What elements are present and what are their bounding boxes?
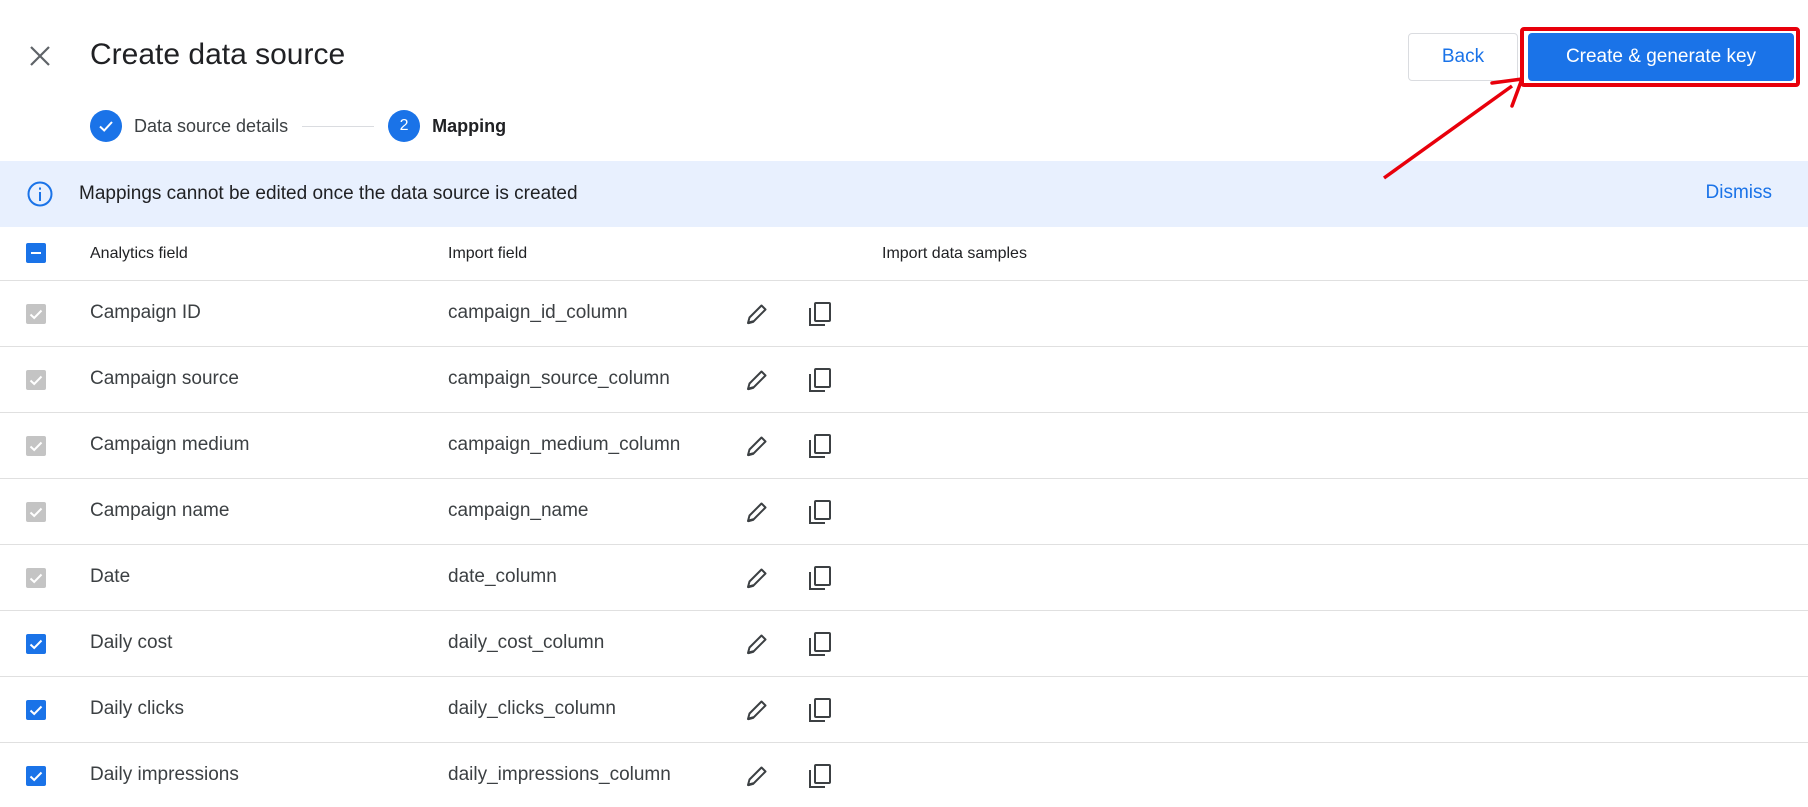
check-icon xyxy=(29,639,43,650)
check-icon xyxy=(29,309,43,320)
analytics-field-cell: Campaign medium xyxy=(90,434,250,455)
edit-button[interactable] xyxy=(740,759,774,793)
table-row: Campaign name campaign_name xyxy=(0,479,1808,545)
table-row: Campaign medium campaign_medium_column xyxy=(0,413,1808,479)
analytics-field-cell: Campaign ID xyxy=(90,302,201,323)
step-data-source-details: Data source details xyxy=(90,110,288,142)
copy-button[interactable] xyxy=(803,429,837,463)
banner-message: Mappings cannot be edited once the data … xyxy=(79,183,578,204)
info-icon xyxy=(27,181,53,207)
copy-button[interactable] xyxy=(803,297,837,331)
row-checkbox[interactable] xyxy=(26,634,46,654)
table-row: Daily impressions daily_impressions_colum… xyxy=(0,743,1808,807)
select-all-checkbox[interactable] xyxy=(26,243,46,263)
stepper: Data source details 2 Mapping xyxy=(90,110,506,142)
mapping-table: Analytics field Import field Import data… xyxy=(0,227,1808,807)
row-checkbox[interactable] xyxy=(26,766,46,786)
import-field-cell: campaign_medium_column xyxy=(448,434,681,455)
copy-icon xyxy=(809,764,831,788)
check-icon xyxy=(29,705,43,716)
import-field-cell: campaign_name xyxy=(448,500,589,521)
copy-button[interactable] xyxy=(803,693,837,727)
copy-button[interactable] xyxy=(803,561,837,595)
table-row: Date date_column xyxy=(0,545,1808,611)
copy-button[interactable] xyxy=(803,495,837,529)
step-label: Data source details xyxy=(134,115,289,136)
table-row: Campaign source campaign_source_column xyxy=(0,347,1808,413)
pencil-icon xyxy=(747,700,767,721)
step-number-circle: 2 xyxy=(388,110,421,142)
import-field-cell: date_column xyxy=(448,566,557,587)
pencil-icon xyxy=(747,568,767,589)
page-title: Create data source xyxy=(90,38,346,71)
check-icon xyxy=(29,507,43,518)
row-checkbox xyxy=(26,502,46,522)
indeterminate-icon xyxy=(31,252,41,254)
step-mapping: 2 Mapping xyxy=(388,110,506,142)
step-label: Mapping xyxy=(432,115,507,136)
import-field-cell: daily_impressions_column xyxy=(448,764,671,785)
check-icon xyxy=(99,121,113,132)
copy-icon xyxy=(809,302,831,326)
import-field-cell: campaign_id_column xyxy=(448,302,628,323)
edit-button[interactable] xyxy=(740,429,774,463)
table-row: Daily clicks daily_clicks_column xyxy=(0,677,1808,743)
header-import-data-samples: Import data samples xyxy=(882,245,1027,262)
row-checkbox[interactable] xyxy=(26,700,46,720)
page-header: Create data source Back Create & generat… xyxy=(0,0,1808,160)
pencil-icon xyxy=(747,634,767,655)
analytics-field-cell: Daily cost xyxy=(90,632,173,653)
pencil-icon xyxy=(747,304,767,325)
table-row: Daily cost daily_cost_column xyxy=(0,611,1808,677)
import-field-cell: daily_cost_column xyxy=(448,632,605,653)
edit-button[interactable] xyxy=(740,495,774,529)
pencil-icon xyxy=(747,370,767,391)
row-checkbox xyxy=(26,436,46,456)
edit-button[interactable] xyxy=(740,363,774,397)
analytics-field-cell: Daily impressions xyxy=(90,764,239,785)
analytics-field-cell: Campaign source xyxy=(90,368,239,389)
edit-button[interactable] xyxy=(740,561,774,595)
check-icon xyxy=(29,441,43,452)
copy-icon xyxy=(809,500,831,524)
pencil-icon xyxy=(747,436,767,457)
import-field-cell: daily_clicks_column xyxy=(448,698,616,719)
copy-button[interactable] xyxy=(803,363,837,397)
copy-icon xyxy=(809,566,831,590)
edit-button[interactable] xyxy=(740,693,774,727)
copy-icon xyxy=(809,698,831,722)
import-field-cell: campaign_source_column xyxy=(448,368,670,389)
close-button[interactable] xyxy=(24,40,56,72)
analytics-field-cell: Date xyxy=(90,566,131,587)
back-button[interactable]: Back xyxy=(1408,33,1518,81)
step-divider xyxy=(302,125,375,127)
analytics-field-cell: Campaign name xyxy=(90,500,230,521)
check-icon xyxy=(29,375,43,386)
row-checkbox xyxy=(26,370,46,390)
analytics-field-cell: Daily clicks xyxy=(90,698,184,719)
table-body: Campaign ID campaign_id_column Campaign so… xyxy=(0,281,1808,807)
copy-button[interactable] xyxy=(803,627,837,661)
close-icon xyxy=(30,46,50,66)
copy-icon xyxy=(809,368,831,392)
copy-button[interactable] xyxy=(803,759,837,793)
table-row: Campaign ID campaign_id_column xyxy=(0,281,1808,347)
row-checkbox xyxy=(26,568,46,588)
copy-icon xyxy=(809,434,831,458)
edit-button[interactable] xyxy=(740,297,774,331)
row-checkbox xyxy=(26,304,46,324)
check-icon xyxy=(29,771,43,782)
step-complete-circle xyxy=(90,110,122,142)
dismiss-button[interactable]: Dismiss xyxy=(1706,182,1773,204)
pencil-icon xyxy=(747,766,767,787)
table-header: Analytics field Import field Import data… xyxy=(0,227,1808,281)
check-icon xyxy=(29,573,43,584)
info-banner: Mappings cannot be edited once the data … xyxy=(0,161,1808,227)
edit-button[interactable] xyxy=(740,627,774,661)
header-import-field: Import field xyxy=(448,245,528,262)
copy-icon xyxy=(809,632,831,656)
header-analytics-field: Analytics field xyxy=(90,245,188,262)
create-generate-key-button[interactable]: Create & generate key xyxy=(1528,33,1794,81)
pencil-icon xyxy=(747,502,767,523)
